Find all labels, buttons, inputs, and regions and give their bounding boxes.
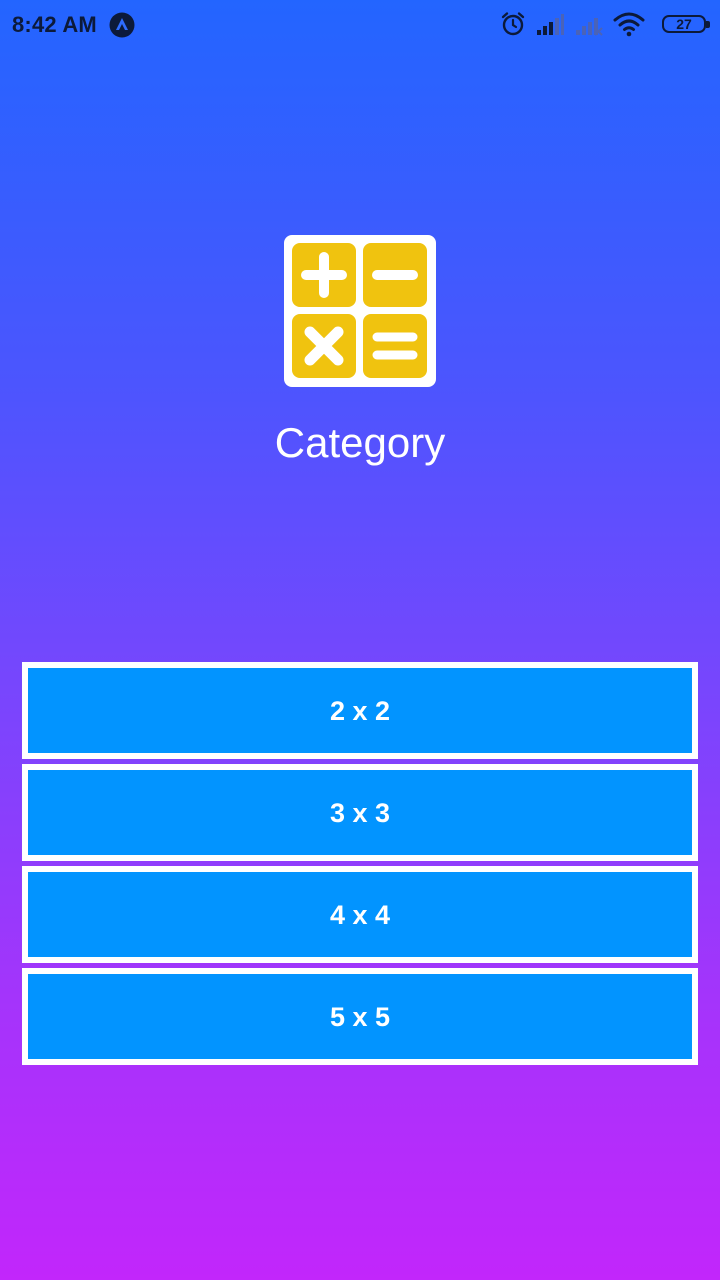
category-button-2x2[interactable]: 2 x 2: [22, 662, 698, 759]
status-time: 8:42 AM: [12, 12, 97, 37]
signal-no-service-icon: [574, 11, 604, 37]
battery-icon: 27: [662, 15, 710, 35]
calculator-icon: [284, 235, 436, 387]
wifi-icon: [613, 11, 645, 37]
alarm-icon: [500, 11, 526, 37]
app-notification-icon: [109, 12, 135, 38]
category-list: 2 x 2 3 x 3 4 x 4 5 x 5: [22, 662, 698, 1070]
category-button-5x5[interactable]: 5 x 5: [22, 968, 698, 1065]
page-title: Category: [274, 419, 446, 466]
equals-icon: [363, 314, 427, 378]
category-button-4x4[interactable]: 4 x 4: [22, 866, 698, 963]
category-button-3x3[interactable]: 3 x 3: [22, 764, 698, 861]
multiply-icon: [292, 314, 356, 378]
signal-icon: [535, 11, 565, 37]
status-bar: 8:42 AM 27: [0, 0, 720, 50]
battery-level: 27: [676, 16, 692, 32]
plus-icon: [292, 243, 356, 307]
minus-icon: [363, 243, 427, 307]
